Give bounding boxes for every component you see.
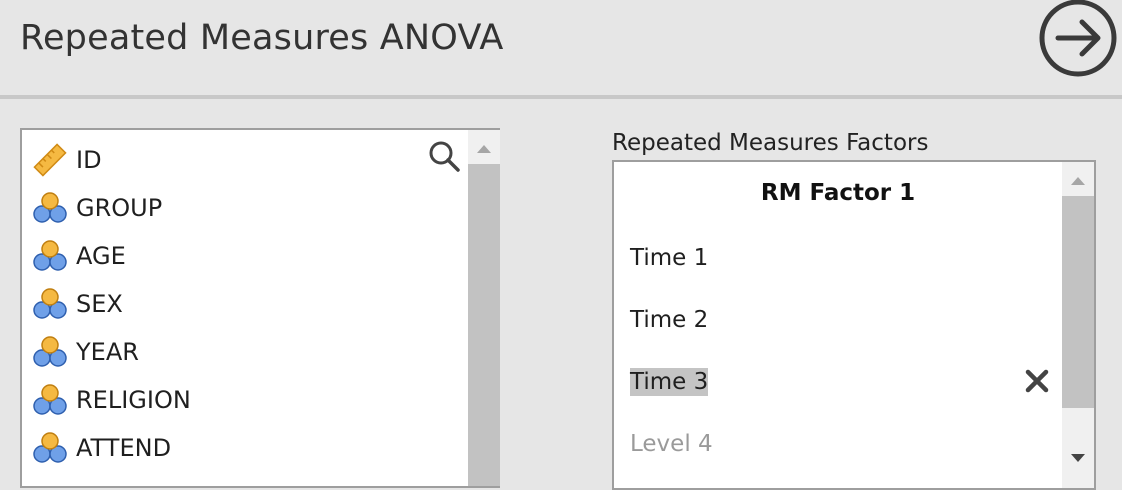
variable-label: SEX [76,290,123,318]
nominal-icon [33,240,67,271]
scroll-up-arrow-icon[interactable] [1071,175,1085,185]
variable-label: GROUP [76,194,163,222]
rm-factors-label: Repeated Measures Factors [612,130,929,156]
variable-item-attend[interactable]: ATTEND [32,426,171,470]
nominal-icon [33,336,67,367]
scrollbar-thumb[interactable] [468,164,500,486]
variable-label: ID [76,146,102,174]
header-divider [0,95,1122,99]
ruler-icon [33,143,67,177]
variable-item-id[interactable]: ID [32,138,102,182]
variable-item-group[interactable]: GROUP [32,186,162,230]
rm-factor-name[interactable]: RM Factor 1 [614,180,1062,206]
variables-scrollbar[interactable] [468,130,500,486]
variable-item-year[interactable]: YEAR [32,330,139,374]
arrow-right-circle-icon[interactable] [1038,0,1118,78]
rm-factors-panel[interactable]: RM Factor 1 Time 1 Time 2 Time 3 Level 4 [612,160,1096,490]
nominal-icon [33,384,67,415]
variable-label: YEAR [76,338,139,366]
scrollbar-thumb[interactable] [1062,196,1094,408]
search-icon[interactable] [426,138,462,174]
nominal-icon [33,192,67,223]
rm-level-item[interactable]: Time 2 [630,306,708,334]
variable-item-sex[interactable]: SEX [32,282,123,326]
variable-label: AGE [76,242,126,270]
scroll-down-arrow-icon[interactable] [1071,454,1085,464]
variable-item-age[interactable]: AGE [32,234,126,278]
variable-item-religion[interactable]: RELIGION [32,378,191,422]
variable-label: ATTEND [76,434,172,462]
rm-level-placeholder[interactable]: Level 4 [630,430,713,458]
variables-list[interactable]: ID GROUP AGE SEX YEAR RELIGION ATTEND [20,128,500,488]
rm-factors-scrollbar[interactable] [1062,162,1094,488]
nominal-icon [33,432,67,463]
close-icon[interactable] [1024,368,1050,394]
rm-level-item-selected[interactable]: Time 3 [630,368,709,396]
nominal-icon [33,288,67,319]
rm-level-item[interactable]: Time 1 [630,244,708,272]
scroll-up-arrow-icon[interactable] [477,143,491,153]
page-title: Repeated Measures ANOVA [20,18,504,58]
variable-label: RELIGION [76,386,191,414]
